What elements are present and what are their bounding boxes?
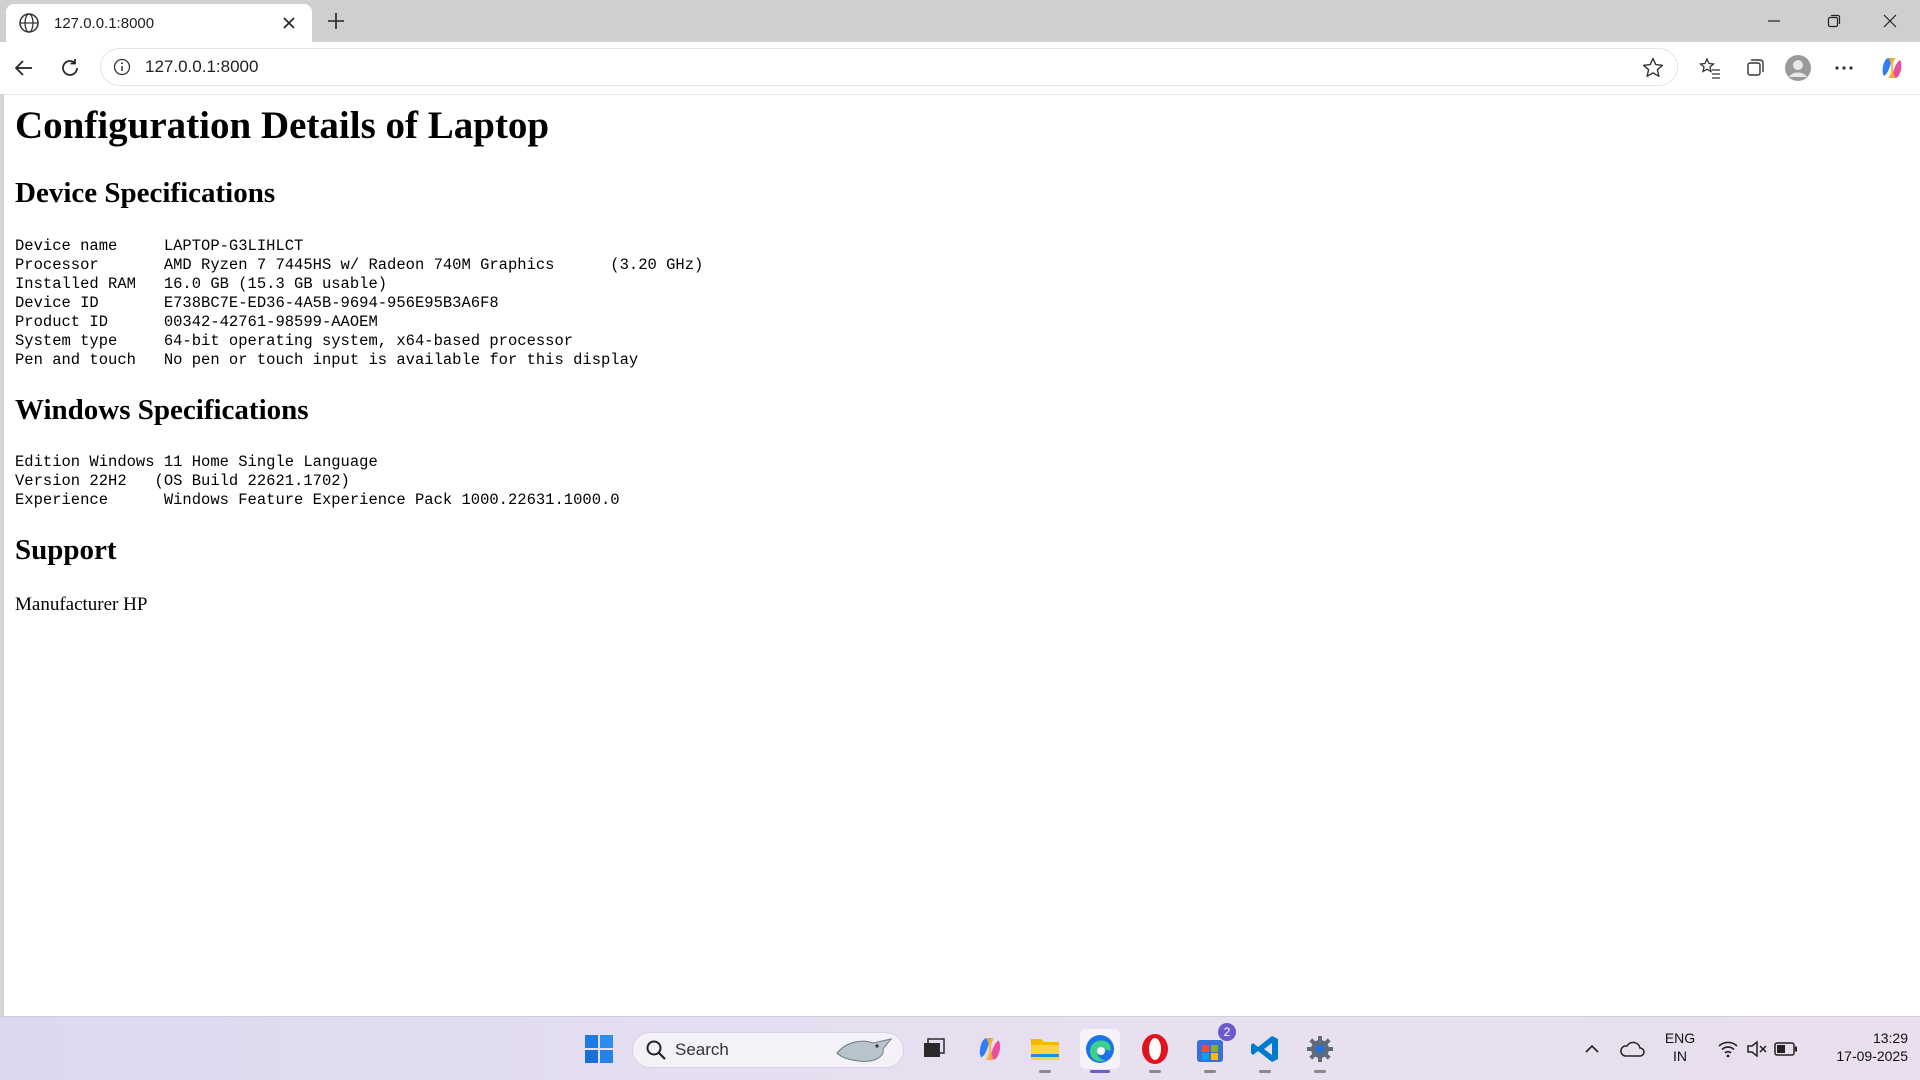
back-button[interactable] bbox=[8, 52, 40, 84]
windows-specs-block: Edition Windows 11 Home Single Language … bbox=[15, 453, 620, 509]
support-heading: Support bbox=[15, 534, 117, 566]
close-tab-icon[interactable] bbox=[278, 12, 300, 34]
clock-time: 13:29 bbox=[1872, 1030, 1908, 1046]
minimize-button[interactable] bbox=[1746, 0, 1802, 42]
more-menu-icon[interactable] bbox=[1828, 52, 1860, 84]
running-indicator bbox=[1259, 1070, 1271, 1073]
device-specs-heading: Device Specifications bbox=[15, 177, 276, 209]
microsoft-store-icon[interactable]: 2 bbox=[1190, 1023, 1236, 1073]
clock-date: 17-09-2025 bbox=[1836, 1048, 1908, 1064]
active-indicator bbox=[1090, 1070, 1110, 1073]
running-indicator bbox=[1314, 1070, 1326, 1073]
refresh-button[interactable] bbox=[54, 52, 86, 84]
search-icon bbox=[645, 1039, 667, 1061]
browser-tab[interactable]: 127.0.0.1:8000 bbox=[6, 4, 312, 42]
copilot-app-icon[interactable] bbox=[970, 1029, 1010, 1069]
site-info-icon[interactable] bbox=[111, 56, 133, 78]
running-indicator bbox=[1039, 1070, 1051, 1073]
language-indicator[interactable]: ENG IN bbox=[1663, 1029, 1697, 1065]
show-hidden-icons-chevron[interactable] bbox=[1572, 1029, 1612, 1069]
manufacturer-text: Manufacturer HP bbox=[15, 594, 148, 615]
running-indicator bbox=[1204, 1070, 1216, 1073]
file-explorer-icon[interactable] bbox=[1025, 1029, 1065, 1073]
address-url: 127.0.0.1:8000 bbox=[145, 57, 259, 76]
region-code: IN bbox=[1673, 1048, 1687, 1064]
notification-badge: 2 bbox=[1218, 1023, 1236, 1041]
profile-avatar[interactable] bbox=[1782, 52, 1814, 84]
vscode-icon[interactable] bbox=[1245, 1029, 1285, 1073]
page-viewport: Configuration Details of Laptop Device S… bbox=[4, 94, 1920, 1016]
search-label: Search bbox=[675, 1040, 729, 1059]
collections-icon[interactable] bbox=[1738, 52, 1770, 84]
search-highlight-icon bbox=[833, 1035, 895, 1072]
taskbar: Search 2 ENG IN 13:29 17-09-2025 bbox=[0, 1016, 1920, 1080]
windows-specs-heading: Windows Specifications bbox=[15, 394, 309, 426]
copilot-icon[interactable] bbox=[1876, 52, 1908, 84]
language-code: ENG bbox=[1664, 1030, 1696, 1046]
edge-browser-icon[interactable] bbox=[1080, 1029, 1120, 1073]
start-button[interactable] bbox=[579, 1029, 619, 1069]
new-tab-button[interactable] bbox=[322, 7, 350, 35]
globe-icon bbox=[18, 12, 40, 34]
address-bar[interactable]: 127.0.0.1:8000 bbox=[100, 48, 1678, 86]
battery-icon[interactable] bbox=[1766, 1029, 1806, 1069]
browser-toolbar: 127.0.0.1:8000 bbox=[0, 42, 1920, 94]
page-title: Configuration Details of Laptop bbox=[15, 104, 550, 147]
clock[interactable]: 13:29 17-09-2025 bbox=[1808, 1029, 1908, 1065]
task-view-button[interactable] bbox=[914, 1029, 954, 1069]
onedrive-cloud-icon[interactable] bbox=[1612, 1029, 1652, 1069]
favorites-icon[interactable] bbox=[1694, 52, 1726, 84]
opera-icon[interactable] bbox=[1135, 1029, 1175, 1073]
settings-gear-icon[interactable] bbox=[1300, 1029, 1340, 1073]
favorite-star-icon[interactable] bbox=[1641, 56, 1665, 80]
device-specs-block: Device name LAPTOP-G3LIHLCT Processor AM… bbox=[15, 237, 704, 369]
running-indicator bbox=[1149, 1070, 1161, 1073]
taskbar-search[interactable]: Search bbox=[632, 1032, 904, 1068]
tab-title: 127.0.0.1:8000 bbox=[54, 14, 155, 32]
close-window-button[interactable] bbox=[1862, 0, 1918, 42]
tab-strip: 127.0.0.1:8000 bbox=[0, 0, 1920, 42]
restore-button[interactable] bbox=[1806, 0, 1862, 42]
